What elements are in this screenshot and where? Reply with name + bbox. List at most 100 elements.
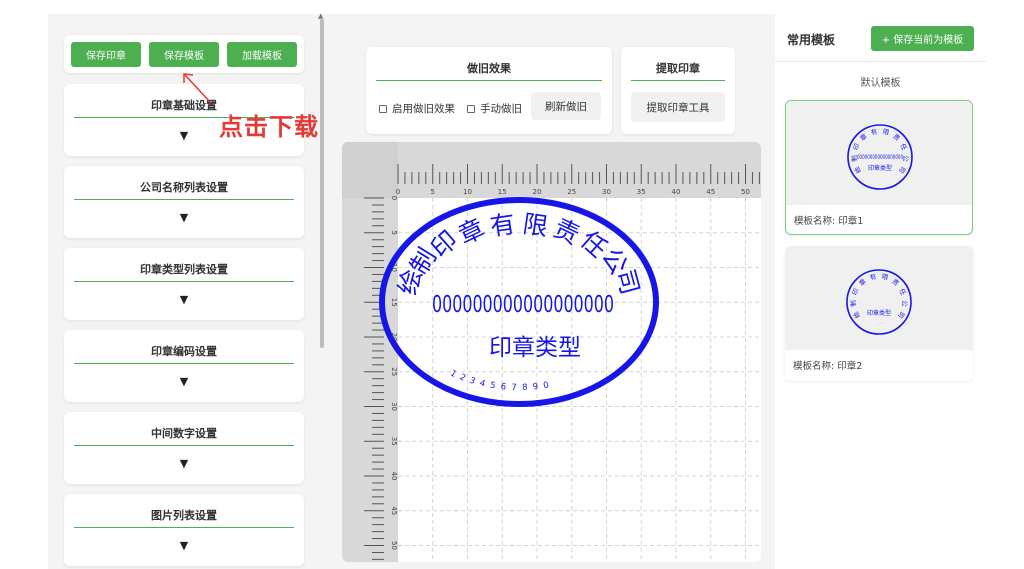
- stamp-editor-app: 保存印章 保存模板 加载模板 印章基础设置 ▼ 公司名称列表设置 ▼ 印章类型列…: [48, 12, 986, 569]
- thumb-company-char: 公: [900, 300, 908, 307]
- section-divider: [74, 527, 294, 528]
- ruler-label-left: 35: [390, 437, 398, 446]
- stamp-canvas-svg[interactable]: 0 5 10 15 20 25 30 35 40 45 5005101520253035404550…: [342, 142, 761, 562]
- section-type-list[interactable]: 印章类型列表设置 ▼: [64, 248, 304, 320]
- ruler-label-top: 5: [431, 188, 435, 196]
- stamp-company-char: 有: [488, 209, 517, 241]
- templates-panel: 常用模板 + 保存当前为模板 默认模板 绘制印章有限责任公司 0000000000…: [775, 14, 986, 569]
- aging-divider: [376, 80, 602, 81]
- section-title: 印章类型列表设置: [140, 263, 228, 276]
- expand-arrow-icon[interactable]: ▼: [64, 457, 304, 470]
- template-card-1[interactable]: 绘制印章有限责任公司 000000000000000000 印章类型 模板名称: 印…: [785, 100, 973, 235]
- stamp-type: 印章类型: [489, 335, 581, 361]
- left-ruler: [342, 142, 398, 562]
- ruler-corner: [342, 142, 398, 198]
- stamp-middle-number: 000000000000000000: [432, 292, 614, 318]
- ruler-label-left: 15: [390, 298, 398, 307]
- save-as-template-button[interactable]: + 保存当前为模板: [871, 26, 974, 51]
- section-title: 印章编码设置: [151, 345, 217, 358]
- section-divider: [74, 363, 294, 364]
- template-name: 模板名称: 印章2: [793, 361, 863, 372]
- save-template-button[interactable]: 保存模板: [149, 41, 219, 67]
- stamp-code-digit: 7: [511, 383, 517, 393]
- thumb-company-char: 限: [882, 127, 891, 137]
- thumb-company-char: 司: [897, 165, 907, 175]
- thumb-company-char: 有: [869, 271, 878, 281]
- section-middle-number[interactable]: 中间数字设置 ▼: [64, 412, 304, 484]
- ruler-label-top: 30: [602, 188, 611, 196]
- thumb-company-char: 印: [851, 287, 861, 296]
- ruler-label-top: 45: [706, 188, 715, 196]
- expand-arrow-icon[interactable]: ▼: [64, 375, 304, 388]
- ruler-label-left: 30: [390, 402, 398, 411]
- enable-aging-label: 启用做旧效果: [392, 103, 455, 115]
- save-stamp-button[interactable]: 保存印章: [71, 41, 141, 67]
- ruler-label-top: 20: [533, 188, 542, 196]
- thumb-type: 印章类型: [867, 309, 891, 317]
- stamp-canvas[interactable]: 0 5 10 15 20 25 30 35 40 45 50 0 5 10 15 20 25 30 35 40 45 50…: [342, 142, 761, 562]
- templates-title: 常用模板: [787, 33, 836, 47]
- load-template-button[interactable]: 加载模板: [227, 41, 297, 67]
- thumb-company-char: 司: [896, 310, 906, 320]
- manual-aging-checkbox[interactable]: 手动做旧: [467, 101, 522, 116]
- section-image-list[interactable]: 图片列表设置 ▼: [64, 494, 304, 566]
- expand-arrow-icon[interactable]: ▼: [64, 293, 304, 306]
- refresh-aging-button[interactable]: 刷新做旧: [531, 92, 601, 120]
- aging-effect-card: 做旧效果 启用做旧效果 手动做旧 刷新做旧: [366, 47, 612, 134]
- thumb-number: 000000000000000000: [857, 154, 903, 161]
- expand-arrow-icon[interactable]: ▼: [64, 539, 304, 552]
- section-code-settings[interactable]: 印章编码设置 ▼: [64, 330, 304, 402]
- templates-divider: [775, 61, 986, 62]
- section-title: 公司名称列表设置: [140, 181, 228, 194]
- stamp-code-digit: 8: [522, 383, 528, 393]
- settings-scrollbar[interactable]: [320, 18, 324, 348]
- thumb-company-char: 印: [852, 142, 862, 151]
- thumb-type: 印章类型: [868, 164, 892, 172]
- template-stamp-thumbnail: 绘制印章有 限责任公司印章类型: [846, 269, 912, 335]
- ruler-label-top: 25: [567, 188, 576, 196]
- section-divider: [74, 281, 294, 282]
- template-preview[interactable]: 绘制印章有限责任公司 000000000000000000 印章类型: [786, 101, 972, 205]
- enable-aging-checkbox[interactable]: 启用做旧效果: [379, 101, 455, 116]
- section-title: 图片列表设置: [151, 509, 217, 522]
- ruler-label-left: 25: [390, 367, 398, 376]
- ruler-label-top: 40: [672, 188, 681, 196]
- ruler-label-left: 50: [390, 541, 398, 550]
- manual-aging-label: 手动做旧: [480, 103, 522, 115]
- section-divider: [74, 445, 294, 446]
- ruler-label-top: 35: [637, 188, 646, 196]
- section-company-list[interactable]: 公司名称列表设置 ▼: [64, 166, 304, 238]
- template-card-2[interactable]: 绘制印章有限责任公司印章类型 模板名称: 印章2: [785, 246, 973, 381]
- top-ruler: [342, 142, 761, 198]
- expand-arrow-icon[interactable]: ▼: [64, 211, 304, 224]
- stamp-company-char: 限: [521, 209, 550, 241]
- section-title: 中间数字设置: [151, 427, 217, 440]
- extract-stamp-card: 提取印章 提取印章工具: [621, 47, 735, 134]
- thumb-company-char: 任: [898, 142, 909, 152]
- annotation-click-download: 点击下载: [219, 113, 319, 141]
- section-divider: [74, 199, 294, 200]
- action-button-row: 保存印章 保存模板 加载模板: [64, 35, 304, 73]
- thumb-company-char: 制: [848, 300, 857, 308]
- ruler-label-top: 10: [463, 188, 472, 196]
- extract-stamp-tool-button[interactable]: 提取印章工具: [631, 92, 725, 122]
- template-preview[interactable]: 绘制印章有限责任公司印章类型: [785, 246, 973, 350]
- thumb-company-char: 任: [897, 287, 908, 297]
- checkbox-box[interactable]: [379, 104, 387, 113]
- ruler-label-left: 45: [390, 506, 398, 515]
- thumb-company-char: 有: [870, 126, 879, 136]
- template-stamp-thumbnail: 绘制印章有 限责任公司000000000000000000印章类型: [847, 124, 913, 190]
- extract-divider: [631, 80, 725, 81]
- ruler-label-top: 15: [498, 188, 507, 196]
- template-name: 模板名称: 印章1: [794, 216, 864, 227]
- ruler-label-left: 5: [390, 231, 398, 235]
- annotation-arrow-icon: [183, 73, 212, 104]
- default-templates-label: 默认模板: [860, 78, 901, 89]
- ruler-label-left: 40: [390, 472, 398, 481]
- ruler-label-top: 50: [741, 188, 750, 196]
- checkbox-box[interactable]: [467, 104, 475, 113]
- aging-title: 做旧效果: [467, 62, 511, 75]
- extract-title: 提取印章: [656, 62, 700, 75]
- thumb-company-char: 限: [881, 272, 890, 282]
- ruler-label-left: 0: [390, 196, 398, 200]
